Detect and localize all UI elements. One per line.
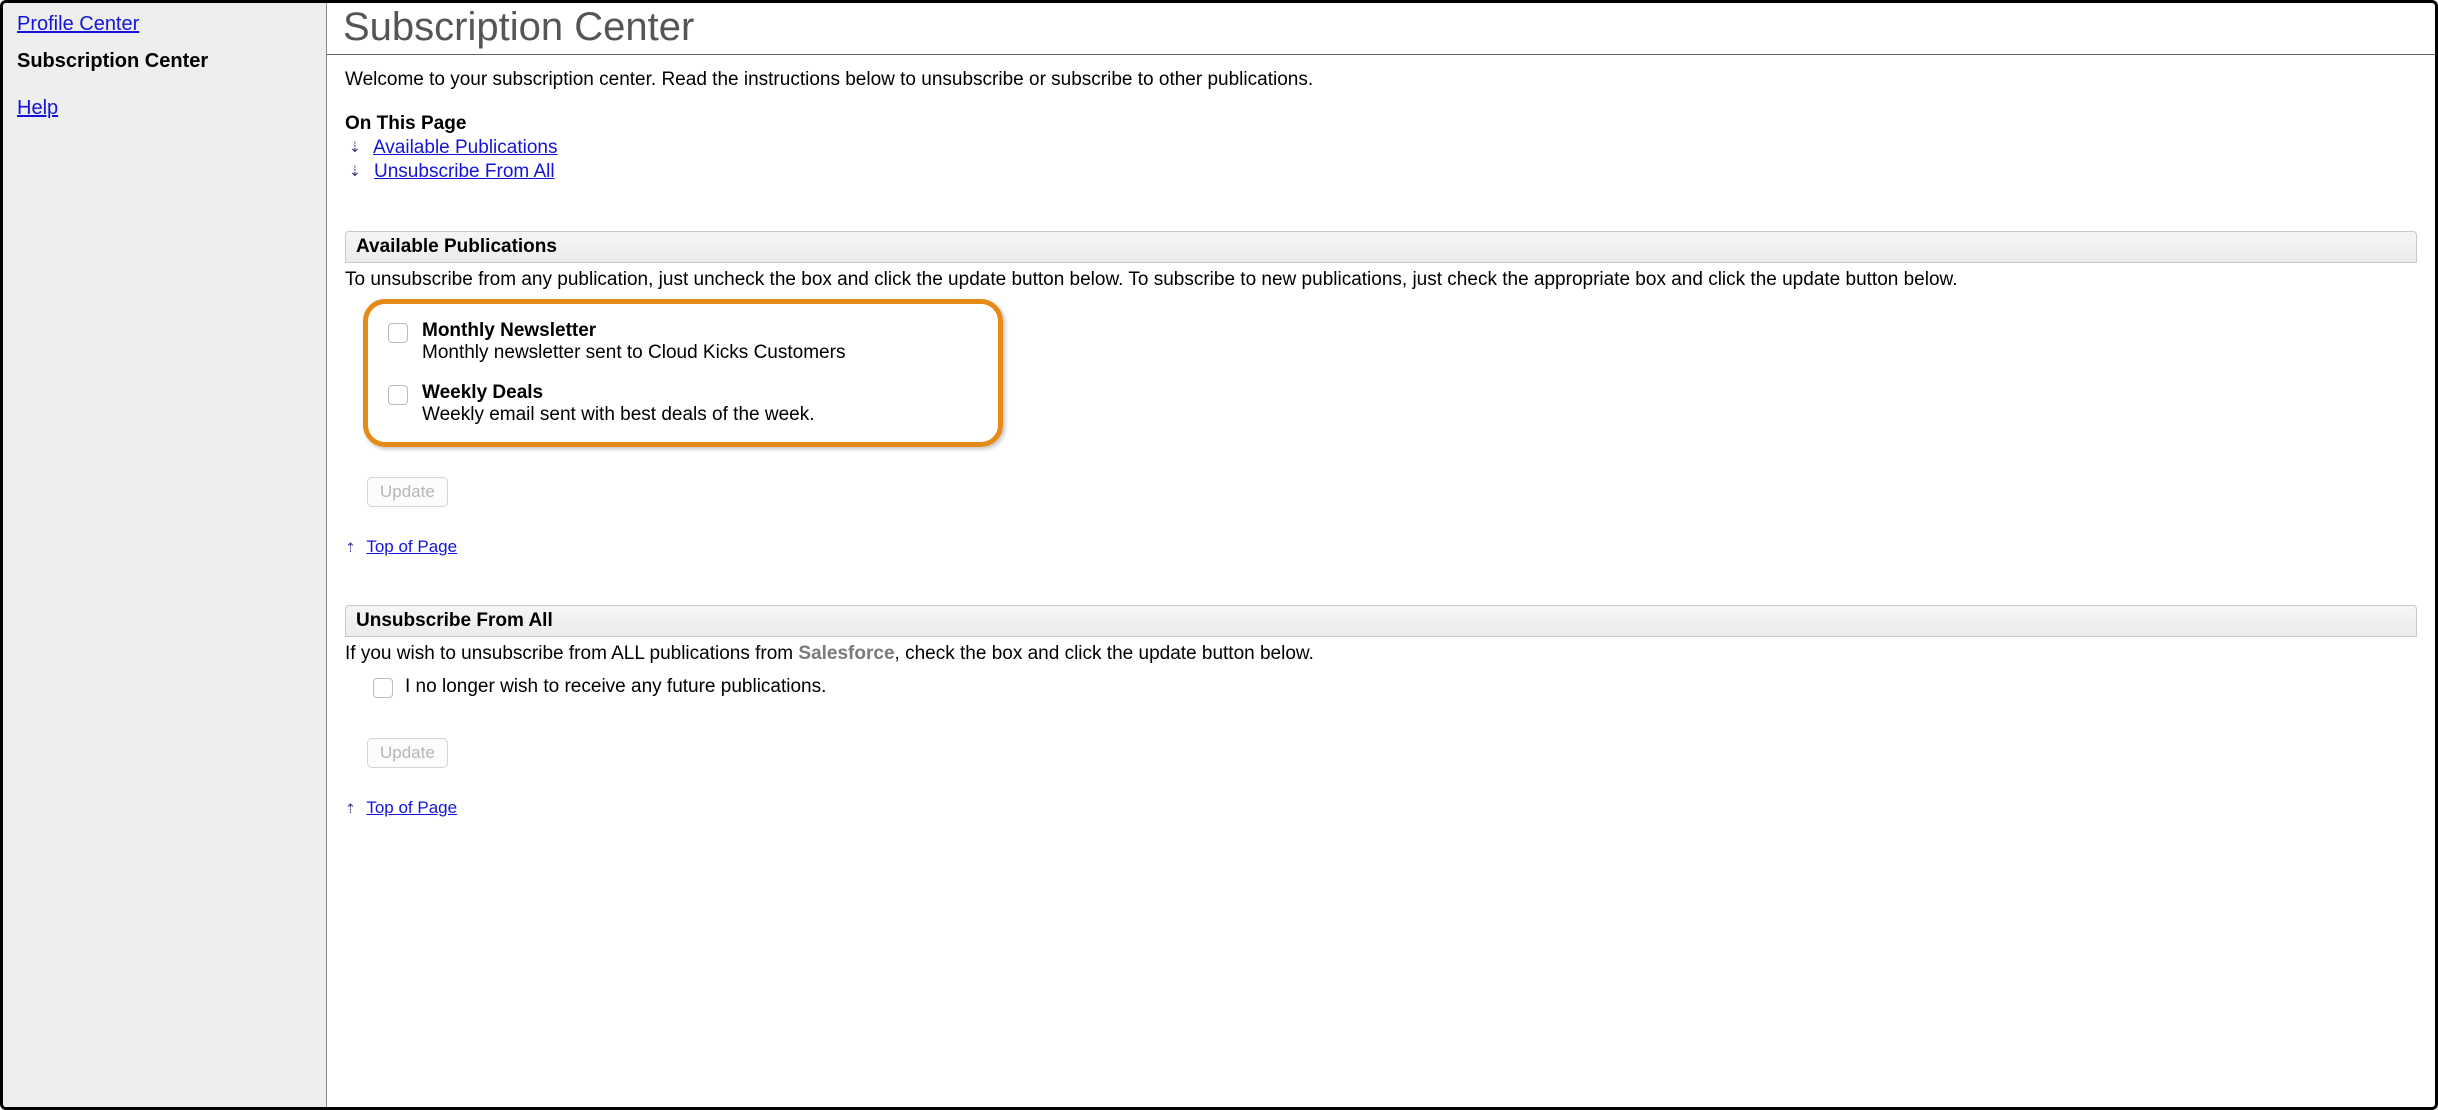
down-arrow-icon: ⇣ xyxy=(349,163,361,180)
checkbox-monthly-newsletter[interactable] xyxy=(388,323,408,343)
section-available-publications: Available Publications To unsubscribe fr… xyxy=(345,231,2417,557)
publication-row: Weekly Deals Weekly email sent with best… xyxy=(388,382,974,426)
publication-text: Weekly Deals Weekly email sent with best… xyxy=(422,382,815,426)
publication-title: Monthly Newsletter xyxy=(422,320,845,342)
update-button-unsubscribe[interactable]: Update xyxy=(367,738,448,768)
content-area: Welcome to your subscription center. Rea… xyxy=(327,55,2435,838)
sidebar: Profile Center Subscription Center Help xyxy=(3,3,327,1107)
section-unsubscribe-from-all: Unsubscribe From All If you wish to unsu… xyxy=(345,605,2417,818)
unsubscribe-checkbox-label: I no longer wish to receive any future p… xyxy=(405,676,826,698)
toc-item-unsubscribe-from-all: ⇣ Unsubscribe From All xyxy=(345,161,2417,183)
publication-description: Weekly email sent with best deals of the… xyxy=(422,404,815,426)
section-header-available: Available Publications xyxy=(345,231,2417,263)
publication-description: Monthly newsletter sent to Cloud Kicks C… xyxy=(422,342,845,364)
unsubscribe-instructions-prefix: If you wish to unsubscribe from ALL publ… xyxy=(345,643,798,664)
section-body-available: To unsubscribe from any publication, jus… xyxy=(345,263,2417,557)
section-body-unsubscribe: If you wish to unsubscribe from ALL publ… xyxy=(345,637,2417,818)
checkbox-weekly-deals[interactable] xyxy=(388,385,408,405)
publication-row: Monthly Newsletter Monthly newsletter se… xyxy=(388,320,974,364)
section-header-unsubscribe: Unsubscribe From All xyxy=(345,605,2417,637)
unsubscribe-checkbox-row: I no longer wish to receive any future p… xyxy=(345,665,2417,698)
main-content: Subscription Center Welcome to your subs… xyxy=(327,3,2435,1107)
link-unsubscribe-from-all[interactable]: Unsubscribe From All xyxy=(374,161,555,182)
org-name: Salesforce xyxy=(798,643,894,664)
down-arrow-icon: ⇣ xyxy=(349,139,361,156)
unsubscribe-instructions-suffix: , check the box and click the update but… xyxy=(895,643,1314,664)
link-available-publications[interactable]: Available Publications xyxy=(373,137,558,158)
page-title: Subscription Center xyxy=(327,3,2435,55)
update-button-available[interactable]: Update xyxy=(367,477,448,507)
app-frame: Profile Center Subscription Center Help … xyxy=(0,0,2438,1110)
link-top-of-page[interactable]: Top of Page xyxy=(366,537,457,556)
available-instructions: To unsubscribe from any publication, jus… xyxy=(345,269,2417,291)
on-this-page-heading: On This Page xyxy=(345,113,2417,135)
welcome-text: Welcome to your subscription center. Rea… xyxy=(345,69,2417,91)
checkbox-unsubscribe-all[interactable] xyxy=(373,678,393,698)
publication-title: Weekly Deals xyxy=(422,382,815,404)
toc-item-available-publications: ⇣ Available Publications xyxy=(345,137,2417,159)
publication-text: Monthly Newsletter Monthly newsletter se… xyxy=(422,320,845,364)
up-arrow-icon: ⇡ xyxy=(345,801,356,816)
top-of-page-link-wrapper: ⇡ Top of Page xyxy=(345,537,2417,557)
link-top-of-page[interactable]: Top of Page xyxy=(366,798,457,817)
sidebar-item-subscription-center: Subscription Center xyxy=(17,50,312,73)
sidebar-item-profile-center[interactable]: Profile Center xyxy=(17,13,312,36)
unsubscribe-instructions: If you wish to unsubscribe from ALL publ… xyxy=(345,643,2417,665)
publications-highlight-box: Monthly Newsletter Monthly newsletter se… xyxy=(363,299,1003,447)
sidebar-item-help[interactable]: Help xyxy=(17,97,312,120)
top-of-page-link-wrapper: ⇡ Top of Page xyxy=(345,798,2417,818)
up-arrow-icon: ⇡ xyxy=(345,540,356,555)
